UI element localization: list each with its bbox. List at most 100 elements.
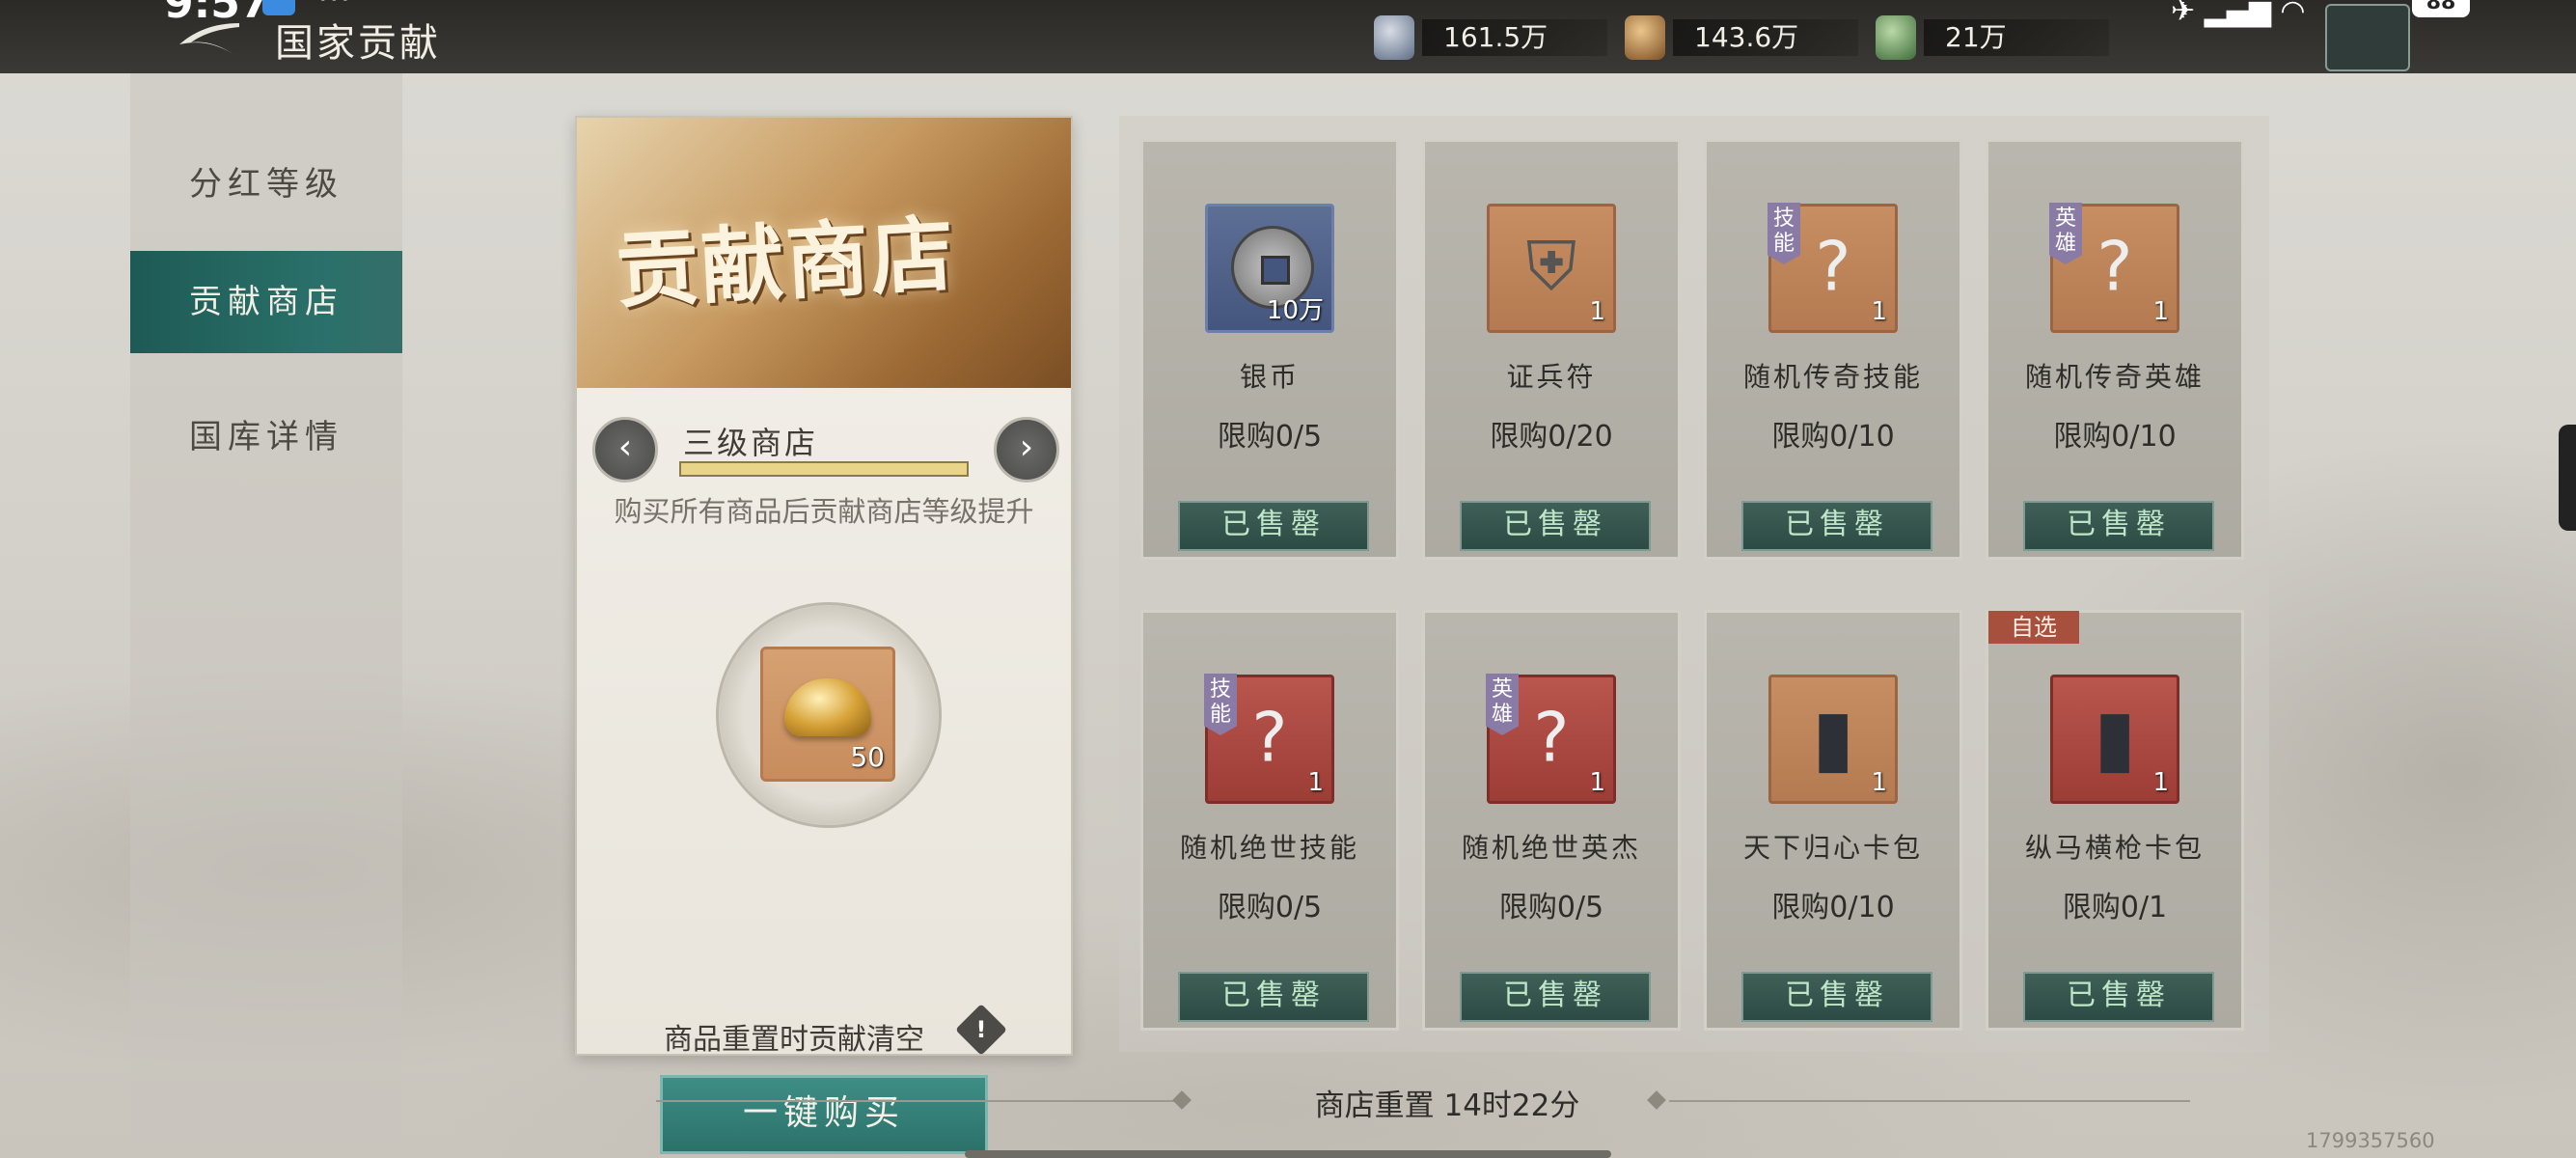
footer-divider-left bbox=[656, 1100, 1177, 1102]
resource-value: 21万 bbox=[1924, 19, 2109, 56]
item-qty: 1 bbox=[1589, 768, 1605, 797]
sold-out-button[interactable]: 已售罄 bbox=[1741, 501, 1932, 551]
side-handle[interactable] bbox=[2559, 425, 2576, 531]
shop-item-random-legend-skill[interactable]: ? 技能 1 随机传奇技能 限购0/10 已售罄 bbox=[1704, 139, 1962, 560]
sold-out-button[interactable]: 已售罄 bbox=[2023, 972, 2214, 1022]
tier-progress-fill bbox=[681, 463, 967, 475]
item-name: 随机绝世技能 bbox=[1179, 832, 1359, 864]
selectable-tag: 自选 bbox=[1988, 611, 2079, 644]
sidebar-item-dividend-level[interactable]: 分红等级 bbox=[130, 133, 402, 235]
item-qty: 1 bbox=[2152, 297, 2169, 326]
token-icon: ⛨ bbox=[1525, 226, 1577, 306]
mystery-scroll-icon: ? bbox=[2096, 227, 2133, 307]
sold-out-button[interactable]: 已售罄 bbox=[1178, 972, 1369, 1022]
shop-item-card-pack-tianxia[interactable]: ▮ 1 天下归心卡包 限购0/10 已售罄 bbox=[1704, 610, 1962, 1031]
item-name: 随机传奇英雄 bbox=[2024, 361, 2205, 393]
shop-item-random-peerless-hero[interactable]: ? 英雄 1 随机绝世英杰 限购0/5 已售罄 bbox=[1422, 610, 1681, 1031]
sidebar-item-contribution-shop[interactable]: 贡献商店 bbox=[130, 251, 402, 353]
next-tier-button[interactable]: › bbox=[994, 417, 1059, 482]
shop-item-silver-coin[interactable]: 10万 银币 限购0/5 已售罄 bbox=[1140, 139, 1399, 560]
signal-icon: ✈ ▂▄▆ ◠ bbox=[2171, 0, 2306, 28]
item-icon-frame: ? 技能 1 bbox=[1768, 203, 1898, 333]
sold-out-button[interactable]: 已售罄 bbox=[1460, 972, 1651, 1022]
battery-icon: 88 bbox=[2412, 0, 2470, 17]
jade-pile-icon bbox=[1876, 15, 1916, 60]
currency-qty: 50 bbox=[850, 741, 885, 773]
item-qty: 1 bbox=[2152, 768, 2169, 797]
copper-bag-icon bbox=[1625, 15, 1665, 60]
item-icon-frame: ? 英雄 1 bbox=[1486, 674, 1616, 804]
item-icon-frame: ? 英雄 1 bbox=[2049, 203, 2179, 333]
item-type-tag: 技能 bbox=[1768, 203, 1800, 264]
silver-bag-icon bbox=[1374, 15, 1414, 60]
buy-all-button[interactable]: 一键购买 bbox=[660, 1075, 988, 1154]
back-arrow-icon bbox=[179, 23, 239, 54]
sold-out-button[interactable]: 已售罄 bbox=[1460, 501, 1651, 551]
resource-value: 143.6万 bbox=[1673, 19, 1858, 56]
page-title: 国家贡献 bbox=[275, 21, 441, 66]
item-limit: 限购0/5 bbox=[1217, 891, 1323, 924]
item-grid: 10万 银币 限购0/5 已售罄 ⛨ 1 证兵符 限购0/20 已售罄 ? 技能… bbox=[1119, 116, 2269, 1052]
shop-reset-timer: 商店重置 14时22分 bbox=[1314, 1089, 1580, 1123]
item-name: 银币 bbox=[1239, 361, 1300, 393]
item-name: 证兵符 bbox=[1506, 361, 1597, 393]
sold-out-button[interactable]: 已售罄 bbox=[2023, 501, 2214, 551]
item-qty: 1 bbox=[1589, 297, 1605, 326]
banner-title: 贡献商店 bbox=[614, 205, 958, 321]
item-icon-frame: 10万 bbox=[1205, 204, 1334, 333]
back-button[interactable] bbox=[176, 17, 243, 60]
item-qty: 1 bbox=[1871, 768, 1887, 797]
item-type-tag: 技能 bbox=[1204, 674, 1237, 735]
warn-symbol: ! bbox=[975, 1016, 987, 1043]
resource-jade[interactable]: 21万 bbox=[1876, 15, 2109, 60]
item-icon-frame: ▮ 1 bbox=[1768, 675, 1898, 804]
item-limit: 限购0/10 bbox=[2053, 420, 2177, 454]
item-limit: 限购0/1 bbox=[2062, 891, 2168, 924]
item-name: 纵马横枪卡包 bbox=[2024, 832, 2205, 864]
item-qty: 1 bbox=[1871, 297, 1887, 326]
info-warning-icon[interactable]: ! bbox=[955, 1004, 1007, 1056]
diamond-ornament bbox=[1172, 1090, 1192, 1110]
sidebar-item-treasury-details[interactable]: 国库详情 bbox=[130, 386, 402, 488]
shop-item-troop-token[interactable]: ⛨ 1 证兵符 限购0/20 已售罄 bbox=[1422, 139, 1681, 560]
sidebar: 分红等级 贡献商店 国库详情 bbox=[130, 73, 402, 1158]
item-type-tag: 英雄 bbox=[1486, 674, 1519, 735]
tier-progress-bar bbox=[679, 461, 969, 477]
footer-divider-right bbox=[1669, 1100, 2190, 1102]
item-qty: 10万 bbox=[1266, 296, 1324, 325]
tier-hint: 购买所有商品后贡献商店等级提升 bbox=[614, 495, 1034, 528]
resource-copper[interactable]: 143.6万 bbox=[1625, 15, 1858, 60]
tier-label: 三级商店 bbox=[683, 425, 819, 461]
item-name: 随机绝世英杰 bbox=[1461, 832, 1641, 864]
item-limit: 限购0/5 bbox=[1217, 420, 1323, 454]
item-icon-frame: ? 技能 1 bbox=[1204, 674, 1334, 804]
store-banner: 贡献商店 bbox=[577, 118, 1071, 388]
item-qty: 1 bbox=[1307, 768, 1324, 797]
mail-icon[interactable] bbox=[2325, 4, 2410, 71]
shop-item-card-pack-zongma[interactable]: 自选 ▮ 1 纵马横枪卡包 限购0/1 已售罄 bbox=[1986, 610, 2244, 1031]
item-icon-frame: ▮ 1 bbox=[2050, 675, 2179, 804]
top-bar: 9:57 ··· 国家贡献 161.5万 143.6万 21万 ✈ ▂▄▆ ◠ … bbox=[0, 0, 2576, 73]
gold-ingot-icon bbox=[784, 678, 871, 736]
card-pack-icon: ▮ bbox=[2093, 692, 2137, 783]
prev-tier-button[interactable]: ‹ bbox=[592, 417, 658, 482]
item-limit: 限购0/5 bbox=[1498, 891, 1604, 924]
mystery-scroll-icon: ? bbox=[1533, 698, 1570, 778]
item-limit: 限购0/10 bbox=[1771, 420, 1895, 454]
store-panel: 贡献商店 ‹ 三级商店 › 购买所有商品后贡献商店等级提升 50 商品重置时贡献… bbox=[575, 116, 1073, 1154]
item-name: 随机传奇技能 bbox=[1742, 361, 1923, 393]
item-icon-frame: ⛨ 1 bbox=[1487, 204, 1616, 333]
item-name: 天下归心卡包 bbox=[1742, 832, 1923, 864]
resource-silver[interactable]: 161.5万 bbox=[1374, 15, 1607, 60]
card-pack-icon: ▮ bbox=[1811, 692, 1855, 783]
contribution-currency[interactable]: 50 bbox=[760, 647, 895, 782]
item-type-tag: 英雄 bbox=[2049, 203, 2082, 264]
sold-out-button[interactable]: 已售罄 bbox=[1741, 972, 1932, 1022]
resource-value: 161.5万 bbox=[1422, 19, 1607, 56]
sold-out-button[interactable]: 已售罄 bbox=[1178, 501, 1369, 551]
reset-note: 商品重置时贡献清空 bbox=[664, 1023, 924, 1057]
shop-item-random-peerless-skill[interactable]: ? 技能 1 随机绝世技能 限购0/5 已售罄 bbox=[1140, 610, 1399, 1031]
home-indicator[interactable] bbox=[965, 1150, 1611, 1158]
shop-item-random-legend-hero[interactable]: ? 英雄 1 随机传奇英雄 限购0/10 已售罄 bbox=[1986, 139, 2244, 560]
mystery-scroll-icon: ? bbox=[1251, 698, 1288, 778]
